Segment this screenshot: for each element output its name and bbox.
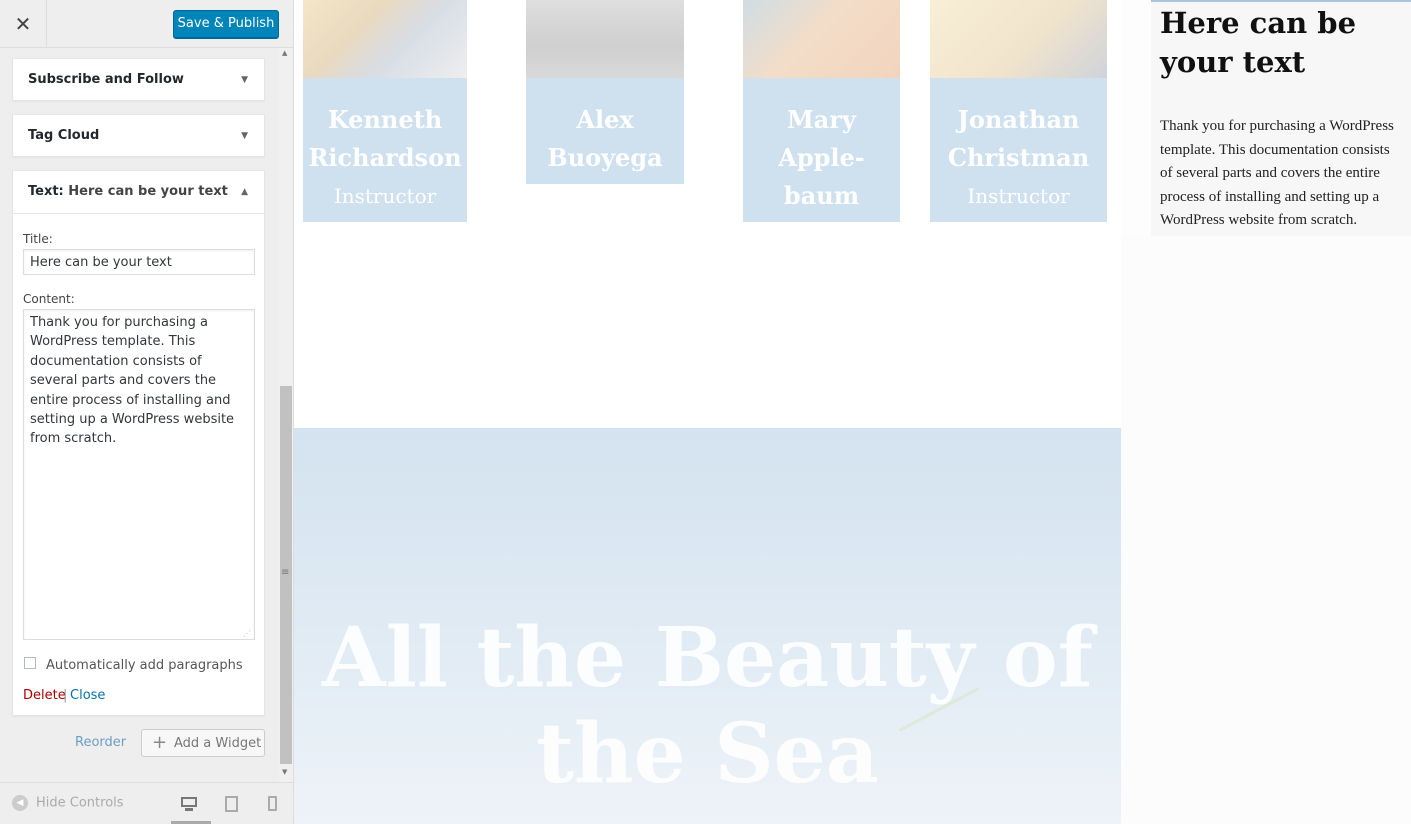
add-widget-button[interactable]: + Add a Widget xyxy=(141,729,265,757)
widget-title: Subscribe and Follow xyxy=(28,72,184,87)
widget-tag-cloud[interactable]: Tag Cloud ▼ xyxy=(12,114,265,157)
hide-controls-label: Hide Controls xyxy=(36,795,124,811)
instructor-name: baum xyxy=(783,181,860,210)
scroll-up-arrow-icon[interactable]: ▲ xyxy=(282,49,287,57)
text-widget-preview[interactable]: Here can be your text Thank you for purc… xyxy=(1151,0,1411,236)
banner-title-line: All the Beauty of xyxy=(322,610,1093,706)
instructor-name: Kenneth xyxy=(327,105,443,134)
widget-preview-text: Thank you for purchasing a WordPress tem… xyxy=(1160,118,1394,228)
add-widget-label: Add a Widget xyxy=(174,736,262,751)
instructor-photo xyxy=(743,0,900,78)
widget-title: Text: Here can be your text xyxy=(28,171,228,213)
content-label: Content: xyxy=(23,292,75,306)
content-textarea[interactable]: Thank you for purchasing a WordPress tem… xyxy=(23,309,255,640)
tablet-icon[interactable] xyxy=(223,795,243,815)
save-publish-button[interactable]: Save & Publish xyxy=(173,10,279,38)
triangle-up-icon[interactable]: ▲ xyxy=(241,171,248,213)
instructor-photo xyxy=(930,0,1107,78)
customizer-footer: ◀ Hide Controls xyxy=(0,782,293,824)
title-input[interactable] xyxy=(23,249,255,275)
customizer-sidebar: ✕ Save & Publish Subscribe and Follow ▼ … xyxy=(0,0,294,824)
auto-paragraphs-checkbox[interactable] xyxy=(24,657,36,669)
sidebar-background xyxy=(1121,236,1411,824)
instructor-card[interactable]: Kenneth Richardson Instructor xyxy=(303,78,467,222)
title-label: Title: xyxy=(23,232,53,246)
instructor-card[interactable]: Jonathan Christman Instructor xyxy=(930,78,1107,222)
link-separator: | xyxy=(63,688,68,703)
widget-title: Tag Cloud xyxy=(28,128,100,143)
triangle-down-icon[interactable]: ▼ xyxy=(241,115,248,157)
sea-banner: All the Beauty of the Sea xyxy=(294,428,1121,824)
resize-grip-icon[interactable]: ⋰ xyxy=(243,629,253,638)
instructor-name: Mary Apple- xyxy=(778,105,865,172)
close-customizer-button[interactable]: ✕ xyxy=(0,0,47,47)
instructor-card[interactable]: Alex Buoyega Instructor xyxy=(526,78,684,208)
instructor-card[interactable]: Mary Apple- baum Instructor xyxy=(743,78,900,246)
auto-paragraphs-label: Automatically add paragraphs xyxy=(46,658,243,673)
hide-controls-button[interactable]: ◀ Hide Controls xyxy=(12,795,124,815)
instructor-name: Christman xyxy=(947,143,1090,172)
plus-icon: + xyxy=(152,732,168,753)
widget-subscribe-and-follow[interactable]: Subscribe and Follow ▼ xyxy=(12,58,265,101)
scroll-down-arrow-icon[interactable]: ▼ xyxy=(282,768,287,776)
widget-text-expanded: Text: Here can be your text ▲ Title: Con… xyxy=(12,170,265,716)
instructor-role: Instructor xyxy=(333,184,437,208)
widget-text-header[interactable]: Text: Here can be your text ▲ xyxy=(13,171,264,214)
triangle-down-icon[interactable]: ▼ xyxy=(241,59,248,101)
customizer-header: ✕ Save & Publish xyxy=(0,0,293,48)
close-widget-link[interactable]: Close xyxy=(70,688,105,703)
mobile-icon[interactable] xyxy=(265,795,285,815)
instructor-name: Jonathan xyxy=(957,105,1080,134)
widget-title-value: Here can be your text xyxy=(68,184,228,199)
site-preview: Kenneth Richardson Instructor Alex Buoye… xyxy=(294,0,1411,824)
banner-title: All the Beauty of the Sea xyxy=(294,610,1121,802)
instructor-photo xyxy=(303,0,467,78)
collapse-icon: ◀ xyxy=(12,795,28,811)
instructor-role: Instructor xyxy=(770,222,873,246)
instructor-role: Instructor xyxy=(553,184,657,208)
close-icon: ✕ xyxy=(14,11,32,36)
instructor-name: Alex Buoyega xyxy=(547,105,663,172)
instructor-role: Instructor xyxy=(967,184,1070,208)
banner-title-line: the Sea xyxy=(536,706,879,802)
instructor-name: Richardson xyxy=(308,143,462,172)
scrollbar-grip-icon: ≡ xyxy=(281,567,290,578)
desktop-icon[interactable] xyxy=(180,795,200,815)
widget-type-label: Text: xyxy=(28,184,64,199)
instructor-photo xyxy=(526,0,684,78)
delete-widget-link[interactable]: Delete xyxy=(23,688,66,703)
reorder-link[interactable]: Reorder xyxy=(75,735,126,750)
widget-preview-title: Here can be your text xyxy=(1160,6,1357,79)
